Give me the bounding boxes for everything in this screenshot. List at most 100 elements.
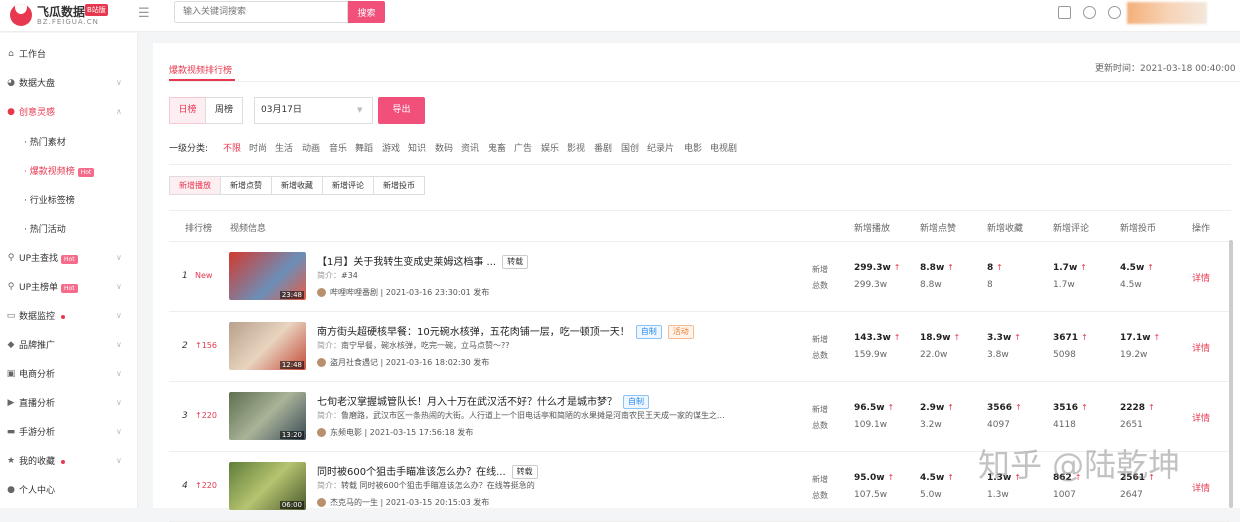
sidebar-item-up-ranking[interactable]: ⚲ UP主榜单 Hot ∨ — [0, 272, 138, 301]
new-number: 2228 — [1120, 403, 1146, 413]
clock-icon[interactable] — [1083, 6, 1096, 19]
sidebar-item-brand[interactable]: ◆ 品牌推广 ∨ — [0, 330, 138, 359]
header-new-plays[interactable]: 新增播放 — [854, 221, 890, 234]
uploader-name[interactable]: 杰克马的一生 — [330, 498, 378, 507]
video-tag: 转载 — [511, 465, 538, 479]
uploader-avatar[interactable] — [317, 498, 326, 507]
category-bangumi[interactable]: 番剧 — [594, 141, 612, 154]
new-number: 2.9w — [920, 403, 945, 413]
header-new-favorites[interactable]: 新增收藏 — [987, 221, 1023, 234]
video-tag: 转载 — [502, 255, 529, 269]
total-value: 1.3w — [987, 490, 1009, 500]
uploader-avatar[interactable] — [317, 288, 326, 297]
header-new-coins[interactable]: 新增投币 — [1120, 221, 1156, 234]
category-news[interactable]: 资讯 — [461, 141, 479, 154]
live-icon: ▶ — [7, 397, 15, 408]
total-value: 4.5w — [1120, 280, 1142, 290]
top-bar: 飞瓜数据 B站版 BZ.FEIGUA.CN ☰ 搜索 — [0, 0, 1240, 32]
export-button[interactable]: 导出 — [378, 97, 425, 124]
uploader-avatar[interactable] — [317, 358, 326, 367]
sidebar-item-ecommerce[interactable]: ▣ 电商分析 ∨ — [0, 359, 138, 388]
sidebar-item-up-search[interactable]: ⚲ UP主查找 Hot ∨ — [0, 243, 138, 272]
detail-link[interactable]: 详情 — [1192, 481, 1210, 494]
detail-link[interactable]: 详情 — [1192, 341, 1210, 354]
header-new-comments[interactable]: 新增评论 — [1053, 221, 1089, 234]
video-thumbnail[interactable]: 13:20 — [229, 392, 306, 440]
category-guochuang[interactable]: 国创 — [621, 141, 639, 154]
sidebar-item-favorites[interactable]: ★ 我的收藏 ∨ — [0, 446, 138, 475]
weekly-ranking-button[interactable]: 周榜 — [205, 97, 243, 124]
sidebar-sub-hot-materials[interactable]: · 热门素材 — [24, 135, 66, 148]
new-number: 96.5w — [854, 403, 885, 413]
uploader-name[interactable]: 哔哩哔哩番剧 — [330, 288, 378, 297]
sidebar-item-mobile-games[interactable]: ▬ 手游分析 ∨ — [0, 417, 138, 446]
headset-icon[interactable] — [1108, 6, 1121, 19]
megaphone-icon[interactable] — [1058, 6, 1071, 19]
tab-new-comments[interactable]: 新增评论 — [323, 176, 374, 195]
daily-ranking-button[interactable]: 日榜 — [169, 97, 206, 124]
tab-new-plays[interactable]: 新增播放 — [169, 176, 221, 195]
sidebar-sub-hot-videos[interactable]: · 爆款视频榜 Hot — [24, 164, 95, 177]
uploader-name[interactable]: 东频电影 — [330, 428, 362, 437]
user-avatar[interactable] — [1127, 2, 1207, 24]
arrow-up-icon: ↑ — [1081, 333, 1088, 342]
row-label-total: 总数 — [812, 281, 828, 290]
detail-link[interactable]: 详情 — [1192, 411, 1210, 424]
category-ads[interactable]: 广告 — [514, 141, 532, 154]
tab-new-likes[interactable]: 新增点赞 — [221, 176, 272, 195]
category-life[interactable]: 生活 — [275, 141, 293, 154]
desc-key: 简介： — [317, 481, 341, 490]
category-fashion[interactable]: 时尚 — [249, 141, 267, 154]
category-animation[interactable]: 动画 — [302, 141, 320, 154]
logo-badge: B站版 — [85, 4, 108, 16]
video-duration: 12:48 — [279, 361, 304, 369]
video-title[interactable]: 七旬老汉掌握城管队长！月入十万在武汉活不好？什么才是城市梦？ — [317, 397, 617, 408]
scrollbar[interactable] — [1229, 240, 1233, 508]
menu-toggle-icon[interactable]: ☰ — [138, 6, 150, 21]
sidebar-item-live[interactable]: ▶ 直播分析 ∨ — [0, 388, 138, 417]
category-film[interactable]: 影视 — [567, 141, 585, 154]
category-documentary[interactable]: 纪录片 — [647, 141, 674, 154]
video-title[interactable]: 【1月】关于我转生变成史莱姆这档事 ... — [317, 257, 496, 268]
video-thumbnail[interactable]: 23:48 — [229, 252, 306, 300]
search-button[interactable]: 搜索 — [348, 1, 385, 23]
category-all[interactable]: 不限 — [223, 141, 241, 154]
video-thumbnail[interactable]: 12:48 — [229, 322, 306, 370]
sidebar-item-inspiration[interactable]: ● 创意灵感 ∧ — [0, 97, 138, 126]
video-meta: 哔哩哔哩番剧 | 2021-03-16 23:30:01 发布 — [317, 287, 489, 298]
publish-date: 2021-03-15 20:15:03 发布 — [385, 498, 490, 507]
category-music[interactable]: 音乐 — [329, 141, 347, 154]
sidebar-item-workspace[interactable]: ⌂ 工作台 — [0, 39, 138, 68]
sidebar-sub-industry-tags[interactable]: · 行业标签榜 — [24, 193, 75, 206]
category-games[interactable]: 游戏 — [382, 141, 400, 154]
sidebar-item-dashboard[interactable]: ◕ 数据大盘 ∨ — [0, 68, 138, 97]
uploader-avatar[interactable] — [317, 428, 326, 437]
detail-link[interactable]: 详情 — [1192, 271, 1210, 284]
date-select[interactable]: 03月17日 ▼ — [254, 97, 373, 124]
sidebar-sub-hot-events[interactable]: · 热门活动 — [24, 222, 66, 235]
video-title[interactable]: 同时被600个狙击手瞄准该怎么办？在线... — [317, 467, 506, 478]
header-new-likes[interactable]: 新增点赞 — [920, 221, 956, 234]
sidebar-item-label: 品牌推广 — [19, 341, 56, 351]
tab-hot-video-ranking[interactable]: 爆款视频排行榜 — [169, 63, 232, 76]
video-thumbnail[interactable]: 06:00 — [229, 462, 306, 510]
sidebar-item-monitor[interactable]: ▭ 数据监控 ∨ — [0, 301, 138, 330]
row-label-new: 新增 — [812, 475, 828, 484]
category-kichiku[interactable]: 鬼畜 — [488, 141, 506, 154]
uploader-name[interactable]: 盗月社食遇记 — [330, 358, 378, 367]
table-row: 1 New 23:48 【1月】关于我转生变成史莱姆这档事 ... 转载 简介：#… — [169, 242, 1229, 312]
category-tv[interactable]: 电视剧 — [710, 141, 737, 154]
sidebar: ⌂ 工作台 ◕ 数据大盘 ∨ ● 创意灵感 ∧ · 热门素材 · 爆款视频榜 Ho… — [0, 33, 138, 508]
category-knowledge[interactable]: 知识 — [408, 141, 426, 154]
tab-new-favorites[interactable]: 新增收藏 — [272, 176, 323, 195]
search-input[interactable] — [174, 1, 348, 23]
monitor-icon: ▭ — [6, 310, 16, 321]
category-movie[interactable]: 电影 — [684, 141, 702, 154]
tab-new-coins[interactable]: 新增投币 — [374, 176, 425, 195]
category-dance[interactable]: 舞蹈 — [355, 141, 373, 154]
category-digital[interactable]: 数码 — [435, 141, 453, 154]
category-entertainment[interactable]: 娱乐 — [541, 141, 559, 154]
feigua-logo-icon[interactable] — [10, 4, 32, 26]
sidebar-item-profile[interactable]: ● 个人中心 — [0, 475, 138, 504]
video-title[interactable]: 南方街头超硬核早餐：10元碗水核弹，五花肉铺一层，吃一顿顶一天！ — [317, 327, 630, 338]
